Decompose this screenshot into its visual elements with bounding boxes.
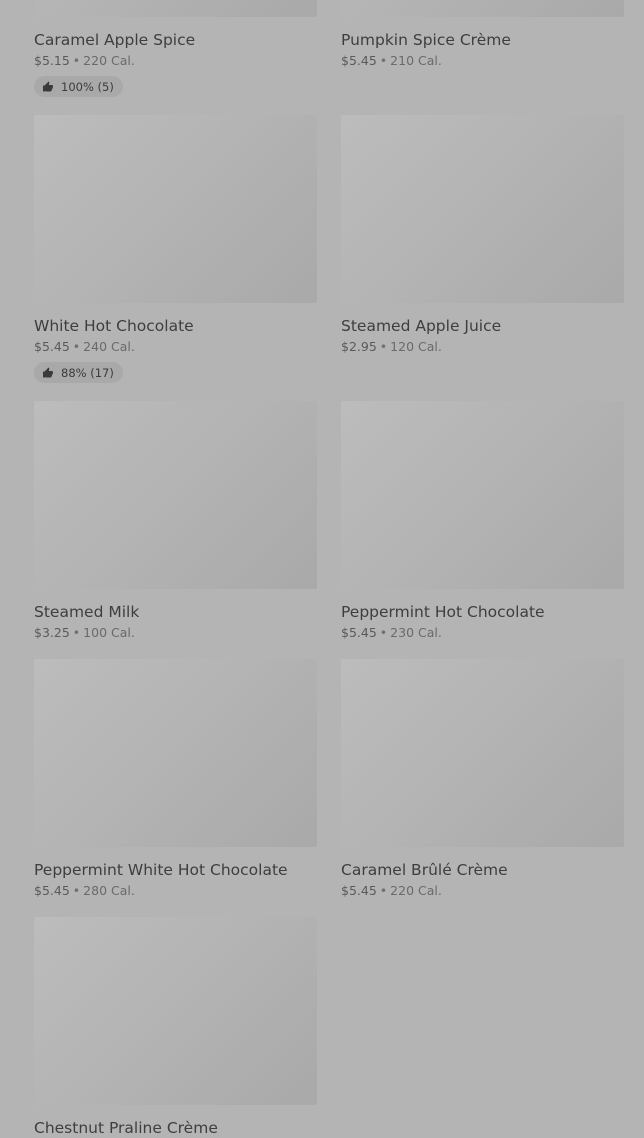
meta-separator: • xyxy=(379,53,388,68)
product-name[interactable]: White Hot Chocolate xyxy=(34,316,317,336)
rating-value: 88% (17) xyxy=(61,365,114,380)
product-calories: 100 Cal. xyxy=(83,625,135,640)
product-meta: $5.45 • 220 Cal. xyxy=(341,882,624,900)
product-card-peppermint-hot-chocolate[interactable]: Peppermint Hot Chocolate $5.45 • 230 Cal. xyxy=(341,401,624,659)
product-card-steamed-milk[interactable]: Steamed Milk $3.25 • 100 Cal. xyxy=(34,401,317,659)
product-price: $5.45 xyxy=(341,53,377,68)
product-price: $5.45 xyxy=(34,883,70,898)
product-meta: $5.45 • 210 Cal. xyxy=(341,52,624,70)
product-price: $5.45 xyxy=(341,625,377,640)
product-meta: $5.45 • 280 Cal. xyxy=(34,882,317,900)
product-name[interactable]: Steamed Milk xyxy=(34,602,317,622)
product-price: $5.15 xyxy=(34,53,70,68)
product-calories: 240 Cal. xyxy=(83,339,135,354)
product-image[interactable] xyxy=(341,115,624,303)
product-image[interactable] xyxy=(341,0,624,17)
thumbs-up-icon xyxy=(43,367,53,377)
product-calories: 220 Cal. xyxy=(390,883,442,898)
product-image[interactable] xyxy=(34,401,317,589)
product-card-peppermint-white-hot-chocolate[interactable]: Peppermint White Hot Chocolate $5.45 • 280… xyxy=(34,659,317,917)
product-meta: $3.25 • 100 Cal. xyxy=(34,624,317,642)
product-image[interactable] xyxy=(34,115,317,303)
meta-separator: • xyxy=(379,625,388,640)
product-meta: $5.45 • 240 Cal. xyxy=(34,338,317,356)
product-calories: 120 Cal. xyxy=(390,339,442,354)
product-card-caramel-brule-creme[interactable]: Caramel Brûlé Crème $5.45 • 220 Cal. xyxy=(341,659,624,917)
product-name[interactable]: Peppermint Hot Chocolate xyxy=(341,602,624,622)
product-name[interactable]: Peppermint White Hot Chocolate xyxy=(34,860,317,880)
product-calories: 280 Cal. xyxy=(83,883,135,898)
product-price: $5.45 xyxy=(34,339,70,354)
product-image[interactable] xyxy=(34,917,317,1105)
product-image[interactable] xyxy=(34,0,317,17)
meta-separator: • xyxy=(72,339,81,354)
product-meta: $5.45 • 230 Cal. xyxy=(341,624,624,642)
product-name[interactable]: Chestnut Praline Crème xyxy=(34,1118,317,1138)
meta-separator: • xyxy=(72,53,81,68)
product-card-chestnut-praline-creme[interactable]: Chestnut Praline Crème xyxy=(34,917,317,1138)
product-price: $2.95 xyxy=(341,339,377,354)
product-price: $3.25 xyxy=(34,625,70,640)
product-image[interactable] xyxy=(34,659,317,847)
product-name[interactable]: Caramel Apple Spice xyxy=(34,30,317,50)
rating-value: 100% (5) xyxy=(61,79,114,94)
product-calories: 210 Cal. xyxy=(390,53,442,68)
product-card-pumpkin-spice-creme[interactable]: Pumpkin Spice Crème $5.45 • 210 Cal. xyxy=(341,0,624,115)
product-calories: 230 Cal. xyxy=(390,625,442,640)
product-price: $5.45 xyxy=(341,883,377,898)
rating-badge: 100% (5) xyxy=(34,76,123,97)
product-calories: 220 Cal. xyxy=(83,53,135,68)
product-card-steamed-apple-juice[interactable]: Steamed Apple Juice $2.95 • 120 Cal. xyxy=(341,115,624,401)
meta-separator: • xyxy=(72,625,81,640)
product-meta: $5.15 • 220 Cal. xyxy=(34,52,317,70)
thumbs-up-icon xyxy=(43,81,53,91)
product-image[interactable] xyxy=(341,401,624,589)
product-image[interactable] xyxy=(341,659,624,847)
meta-separator: • xyxy=(379,883,388,898)
meta-separator: • xyxy=(379,339,388,354)
product-meta: $2.95 • 120 Cal. xyxy=(341,338,624,356)
product-name[interactable]: Caramel Brûlé Crème xyxy=(341,860,624,880)
meta-separator: • xyxy=(72,883,81,898)
product-name[interactable]: Pumpkin Spice Crème xyxy=(341,30,624,50)
product-card-white-hot-chocolate[interactable]: White Hot Chocolate $5.45 • 240 Cal. 88% (… xyxy=(34,115,317,401)
product-grid: Caramel Apple Spice $5.15 • 220 Cal. 100% … xyxy=(34,0,624,1138)
product-name[interactable]: Steamed Apple Juice xyxy=(341,316,624,336)
rating-badge: 88% (17) xyxy=(34,362,123,383)
product-card-caramel-apple-spice[interactable]: Caramel Apple Spice $5.15 • 220 Cal. 100% … xyxy=(34,0,317,115)
